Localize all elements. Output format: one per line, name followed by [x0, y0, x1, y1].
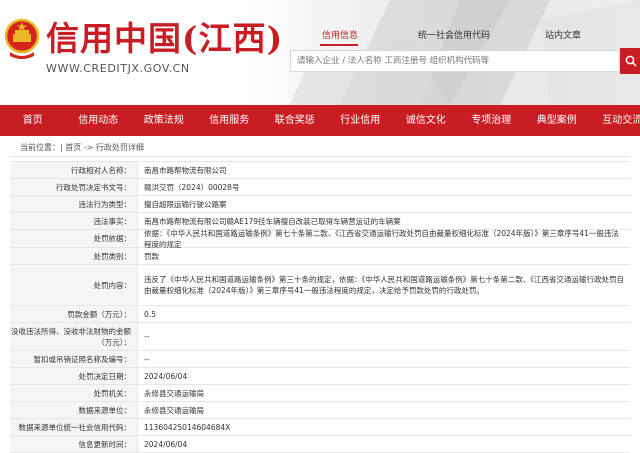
detail-label: 处罚依据：	[10, 230, 138, 247]
detail-value: 赣洪交罚（2024）00028号	[144, 179, 626, 195]
detail-value: --	[144, 323, 626, 350]
nav-credit-services[interactable]: 信用服务	[197, 105, 263, 136]
search-icon	[625, 55, 637, 67]
nav-industry-credit[interactable]: 行业信用	[328, 105, 394, 136]
detail-label: 行政相对人名称：	[10, 162, 138, 178]
detail-row-penalty-basis: 处罚依据： 依据：《中华人民共和国道路运输条例》第七十条第二款、《江西省交通运输…	[10, 230, 630, 248]
top-link-credit-info[interactable]: 信用信息	[322, 28, 358, 41]
main-nav: 首页 信用动态 政策法规 信用服务 联合奖惩 行业信用 诚信文化 专项治理 典型…	[0, 105, 640, 136]
detail-row-fine-amount: 罚款金额（万元）： 0.5	[10, 306, 630, 323]
detail-value: 依据：《中华人民共和国道路运输条例》第七十条第二款、《江西省交通运输行政处罚自由…	[144, 230, 626, 247]
site-header: 信用中国(江西) WWW.CREDITJX.GOV.CN 信用信息 统一社会信用…	[0, 0, 640, 105]
detail-row-decision-date: 处罚决定日期： 2024/06/04	[10, 368, 630, 385]
detail-row-data-source: 数据来源单位： 永修县交通运输局	[10, 402, 630, 419]
detail-label: 数据来源单位：	[10, 402, 138, 418]
detail-value: 2024/06/04	[144, 368, 626, 384]
detail-row-source-credit-code: 数据来源单位统一社会信用代码： 11360425014604684X	[10, 419, 630, 436]
detail-value: 2024/06/04	[144, 436, 626, 452]
detail-label: 处罚类别：	[10, 248, 138, 264]
detail-label: 违法行为类型：	[10, 196, 138, 212]
detail-row-violation-type: 违法行为类型： 擅自超限运输行驶公路案	[10, 196, 630, 213]
detail-row-update-time: 信息更新时间： 2024/06/04	[10, 436, 630, 453]
detail-value: 违反了《中华人民共和国道路运输条例》第三十条的规定，依据：《中华人民共和国道路运…	[144, 265, 626, 305]
detail-row-penalty-authority: 处罚机关： 永修县交通运输局	[10, 385, 630, 402]
breadcrumb-divider	[10, 156, 630, 157]
detail-label: 信息更新时间：	[10, 436, 138, 452]
detail-label: 数据来源单位统一社会信用代码：	[10, 419, 138, 435]
detail-label: 暂扣或吊销证照名称及编号：	[10, 351, 138, 367]
detail-value: 永修县交通运输局	[144, 385, 626, 401]
search-box	[290, 50, 620, 72]
nav-credit-news[interactable]: 信用动态	[66, 105, 132, 136]
top-links: 信用信息 统一社会信用代码 站内文章	[0, 28, 640, 42]
detail-row-confiscation-amount: 没收违法所得、没收非法财物的金额（万元）： --	[10, 323, 630, 351]
breadcrumb: 当前位置：| 首页 -> 行政处罚详细	[20, 142, 144, 153]
detail-label: 处罚机关：	[10, 385, 138, 401]
detail-label: 处罚决定日期：	[10, 368, 138, 384]
nav-special-governance[interactable]: 专项治理	[459, 105, 525, 136]
detail-value: 罚款	[144, 248, 626, 264]
detail-row-party-name: 行政相对人名称： 南昌市路帮物流有限公司	[10, 161, 630, 179]
search-input[interactable]	[291, 51, 603, 71]
active-link-underline	[320, 44, 358, 46]
detail-value: --	[144, 351, 626, 367]
nav-typical-cases[interactable]: 典型案例	[524, 105, 590, 136]
detail-label: 没收违法所得、没收非法财物的金额（万元）：	[10, 323, 138, 350]
detail-label: 处罚内容：	[10, 265, 138, 305]
detail-label: 行政处罚决定书文号：	[10, 179, 138, 195]
detail-label: 罚款金额（万元）：	[10, 306, 138, 322]
top-link-articles[interactable]: 站内文章	[545, 28, 581, 41]
detail-value: 永修县交通运输局	[144, 402, 626, 418]
top-link-credit-code[interactable]: 统一社会信用代码	[418, 28, 490, 41]
nav-interaction[interactable]: 互动交流	[590, 105, 640, 136]
detail-row-penalty-content: 处罚内容： 违反了《中华人民共和国道路运输条例》第三十条的规定，依据：《中华人民…	[10, 265, 630, 306]
search-button[interactable]	[620, 48, 640, 74]
detail-value: 0.5	[144, 306, 626, 322]
nav-integrity-culture[interactable]: 诚信文化	[393, 105, 459, 136]
nav-rewards-penalties[interactable]: 联合奖惩	[262, 105, 328, 136]
detail-row-license-revocation: 暂扣或吊销证照名称及编号： --	[10, 351, 630, 368]
detail-value: 擅自超限运输行驶公路案	[144, 196, 626, 212]
detail-value: 11360425014604684X	[144, 419, 626, 435]
detail-value: 南昌市路帮物流有限公司	[144, 162, 626, 178]
detail-row-penalty-category: 处罚类别： 罚款	[10, 248, 630, 265]
detail-label: 违法事实：	[10, 213, 138, 229]
nav-policies[interactable]: 政策法规	[131, 105, 197, 136]
site-url: WWW.CREDITJX.GOV.CN	[46, 62, 190, 75]
detail-row-decision-number: 行政处罚决定书文号： 赣洪交罚（2024）00028号	[10, 179, 630, 196]
penalty-detail-table: 行政相对人名称： 南昌市路帮物流有限公司 行政处罚决定书文号： 赣洪交罚（202…	[10, 161, 630, 453]
nav-home[interactable]: 首页	[0, 105, 66, 136]
